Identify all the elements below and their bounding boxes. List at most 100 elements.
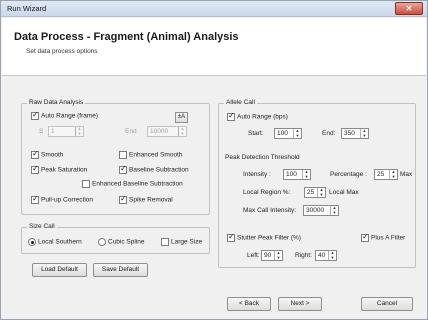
run-wizard-window: Run Wizard ✕ Data Process - Fragment (An… xyxy=(0,0,428,320)
pullup-correction-check[interactable] xyxy=(31,194,39,204)
right-value: 40 xyxy=(318,252,326,259)
size-call-group: Size Call Local Southern Cubic Spline La… xyxy=(21,223,210,254)
spinner-arrows-icon[interactable]: ▲ ▼ xyxy=(328,250,336,260)
baseline-subtraction-checkbox[interactable]: Baseline Subtraction xyxy=(119,164,189,174)
right-spinner[interactable]: 40 ▲ ▼ xyxy=(315,250,337,261)
local-region-label: Local Region %: xyxy=(243,189,291,196)
spinner-arrows-icon[interactable]: ▲ ▼ xyxy=(75,126,83,136)
cubic-spline-label: Cubic Spline xyxy=(108,238,145,246)
spike-removal-checkbox[interactable]: Spike Removal xyxy=(119,194,173,204)
auto-range-frame-check[interactable] xyxy=(31,110,39,120)
raw-start-spinner[interactable]: 1 ▲ ▼ xyxy=(48,126,84,137)
plus-a-filter-label: Plus A Filter xyxy=(371,234,406,242)
max-label: Max xyxy=(400,171,413,178)
allele-end-label: End: xyxy=(322,130,336,137)
percentage-spinner[interactable]: 25 ▲ ▼ xyxy=(374,169,398,180)
percentage-value: 25 xyxy=(377,171,385,178)
cubic-spline-radio-dot[interactable] xyxy=(98,238,106,246)
raw-end-spinner[interactable]: 10000 ▲ ▼ xyxy=(147,126,187,137)
smooth-check[interactable] xyxy=(31,149,39,159)
max-call-intensity-value: 30000 xyxy=(306,207,325,214)
window-title: Run Wizard xyxy=(7,4,47,13)
smooth-checkbox[interactable]: Smooth xyxy=(31,149,63,159)
stutter-peak-filter-label: Stutter Peak Filter (%) xyxy=(237,234,301,242)
left-label: Left: xyxy=(247,252,260,259)
range-scale-button[interactable]: ±A xyxy=(175,112,188,123)
save-default-button[interactable]: Save Default xyxy=(93,263,148,277)
spinner-arrows-icon[interactable]: ▲ ▼ xyxy=(360,128,368,138)
raw-end-label: End xyxy=(125,128,137,135)
peak-saturation-label: Peak Saturation xyxy=(41,166,88,174)
allele-start-value: 100 xyxy=(277,130,288,137)
spinner-arrows-icon[interactable]: ▲ ▼ xyxy=(330,205,338,215)
auto-range-bps-label: Auto Range (bps) xyxy=(237,113,288,121)
load-default-button[interactable]: Load Default xyxy=(32,263,87,277)
raw-end-value: 10000 xyxy=(150,128,169,135)
peak-saturation-check[interactable] xyxy=(31,164,39,174)
large-size-label: Large Size xyxy=(171,238,203,246)
auto-range-frame-label: Auto Range (frame) xyxy=(41,112,99,120)
max-call-intensity-spinner[interactable]: 30000 ▲ ▼ xyxy=(303,205,339,216)
stutter-peak-filter-checkbox[interactable]: Stutter Peak Filter (%) xyxy=(227,232,301,242)
next-button[interactable]: Next > xyxy=(278,297,322,311)
pullup-correction-label: Pull-up Correction xyxy=(41,196,94,204)
size-call-title: Size Call xyxy=(27,223,57,230)
close-button[interactable]: ✕ xyxy=(395,2,423,15)
raw-start-value: 1 xyxy=(51,128,55,135)
auto-range-bps-checkbox[interactable]: Auto Range (bps) xyxy=(227,111,288,121)
spinner-arrows-icon[interactable]: ▲ ▼ xyxy=(389,169,397,179)
cubic-spline-radio[interactable]: Cubic Spline xyxy=(98,238,145,246)
local-region-spinner[interactable]: 25 ▲ ▼ xyxy=(304,187,326,198)
spinner-arrows-icon[interactable]: ▲ ▼ xyxy=(317,187,325,197)
back-button[interactable]: < Back xyxy=(227,297,271,311)
cancel-button[interactable]: Cancel xyxy=(361,297,413,311)
right-label: Right: xyxy=(295,252,312,259)
spinner-arrows-icon[interactable]: ▲ ▼ xyxy=(178,126,186,136)
auto-range-bps-check[interactable] xyxy=(227,111,235,121)
large-size-checkbox[interactable]: Large Size xyxy=(161,238,202,246)
spike-removal-label: Spike Removal xyxy=(129,196,173,204)
baseline-subtraction-check[interactable] xyxy=(119,164,127,174)
spike-removal-check[interactable] xyxy=(119,194,127,204)
page-title: Data Process - Fragment (Animal) Analysi… xyxy=(14,31,239,43)
enhanced-baseline-label: Enhanced Baseline Subtraction xyxy=(92,180,183,188)
local-southern-label: Local Southern xyxy=(38,238,82,246)
range-scale-icon: ±A xyxy=(177,114,186,120)
max-call-intensity-label: Max Call Intensity: xyxy=(243,207,297,214)
allele-end-value: 350 xyxy=(344,130,355,137)
plus-a-filter-check[interactable] xyxy=(361,232,369,242)
auto-range-frame-checkbox[interactable]: Auto Range (frame) xyxy=(31,110,99,120)
intensity-spinner[interactable]: 100 ▲ ▼ xyxy=(283,169,311,180)
peak-saturation-checkbox[interactable]: Peak Saturation xyxy=(31,164,88,174)
plus-a-filter-checkbox[interactable]: Plus A Filter xyxy=(361,232,406,242)
left-spinner[interactable]: 90 ▲ ▼ xyxy=(261,250,283,261)
enhanced-baseline-check[interactable] xyxy=(82,180,90,188)
raw-data-analysis-group: Raw Data Analysis Auto Range (frame) ±A … xyxy=(21,99,210,215)
spinner-arrows-icon[interactable]: ▲ ▼ xyxy=(274,250,282,260)
raw-data-analysis-title: Raw Data Analysis xyxy=(27,99,86,106)
spinner-arrows-icon[interactable]: ▲ ▼ xyxy=(293,128,301,138)
pullup-correction-checkbox[interactable]: Pull-up Correction xyxy=(31,194,94,204)
allele-start-label: Start: xyxy=(248,130,264,137)
enhanced-smooth-check[interactable] xyxy=(119,151,127,159)
title-center-text xyxy=(187,5,257,13)
large-size-check[interactable] xyxy=(161,238,169,246)
wizard-header: Data Process - Fragment (Animal) Analysi… xyxy=(2,18,426,76)
enhanced-baseline-checkbox[interactable]: Enhanced Baseline Subtraction xyxy=(82,180,183,188)
left-value: 90 xyxy=(264,252,272,259)
close-icon: ✕ xyxy=(405,4,413,13)
stutter-peak-filter-check[interactable] xyxy=(227,232,235,242)
local-southern-radio-dot[interactable] xyxy=(28,238,36,246)
spinner-arrows-icon[interactable]: ▲ ▼ xyxy=(302,169,310,179)
allele-start-spinner[interactable]: 100 ▲ ▼ xyxy=(274,128,302,139)
title-bar: Run Wizard ✕ xyxy=(1,1,427,17)
enhanced-smooth-checkbox[interactable]: Enhanced Smooth xyxy=(119,151,182,159)
percentage-label: Percentage : xyxy=(330,171,367,178)
peak-threshold-title: Peak Detection Threshold xyxy=(225,154,300,161)
local-region-value: 25 xyxy=(307,189,315,196)
intensity-label: Intensity : xyxy=(243,171,271,178)
allele-end-spinner[interactable]: 350 ▲ ▼ xyxy=(341,128,369,139)
page-subtitle: Set data process options xyxy=(26,48,98,55)
allele-call-group: Allele Call Auto Range (bps) Start: 100 … xyxy=(218,99,416,268)
local-southern-radio[interactable]: Local Southern xyxy=(28,238,82,246)
